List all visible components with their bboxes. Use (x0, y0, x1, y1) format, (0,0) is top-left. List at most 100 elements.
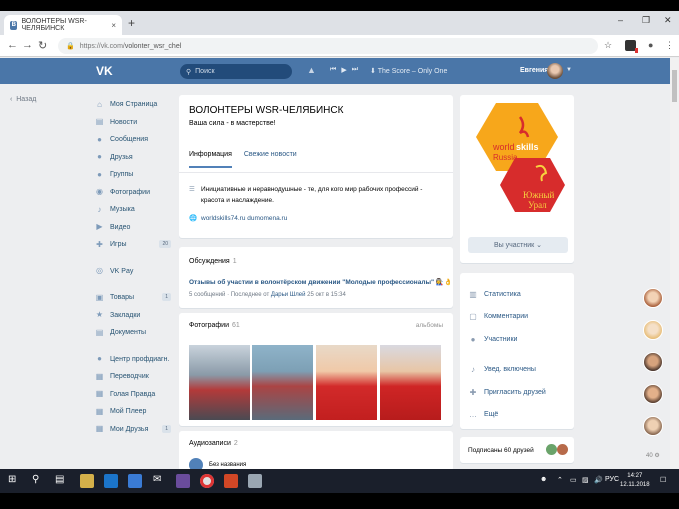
photo-thumbnail[interactable] (380, 345, 441, 420)
bookmark-star-icon[interactable]: ☆ (604, 40, 612, 51)
chevron-down-icon[interactable]: ▼ (566, 67, 572, 73)
windows-start-icon[interactable]: ⊞ (8, 474, 16, 485)
network-icon[interactable]: ▨ (582, 476, 589, 484)
sidebar-item[interactable]: ★ Закладки (95, 307, 173, 325)
photo-thumbnail[interactable] (316, 345, 377, 420)
friends-subscribed[interactable]: Подписаны 60 друзей (468, 447, 534, 454)
task-view-icon[interactable]: ▤ (55, 474, 64, 485)
current-track[interactable]: ⬇ The Score – Only One (370, 67, 447, 75)
maximize-icon[interactable]: ❐ (642, 15, 650, 26)
sidebar-item[interactable]: ● Группы (95, 166, 173, 184)
discussions-header[interactable]: Обсуждения 1 (189, 258, 237, 265)
previous-track-icon[interactable]: ⏮ (330, 66, 336, 74)
media-app-icon[interactable] (176, 474, 190, 488)
sidebar-item[interactable]: ♪ Музыка (95, 201, 173, 219)
clock[interactable]: 14:27 12.11.2018 (620, 472, 650, 490)
profile-icon[interactable]: ● (648, 40, 653, 50)
play-icon[interactable]: ▶ (341, 66, 346, 74)
group-action-link[interactable]: ▥ Статистика (468, 283, 546, 306)
tab-info[interactable]: Информация (189, 151, 232, 168)
member-status-button[interactable]: Вы участник ⌄ (468, 237, 568, 253)
extension-icon[interactable] (625, 40, 638, 53)
chevron-up-icon[interactable]: ⌃ (557, 476, 563, 484)
logo-region-text-1: Южный (523, 190, 554, 200)
sidebar-item[interactable]: ● Сообщения (95, 131, 173, 149)
sidebar-item[interactable]: ▤ Документы (95, 324, 173, 342)
edge-icon[interactable] (104, 474, 118, 488)
sidebar-item[interactable]: ▤ Новости (95, 114, 173, 132)
discussions-card: Обсуждения 1 Отзывы об участии в волонтёр… (179, 247, 453, 308)
albums-link[interactable]: альбомы (416, 322, 443, 329)
scrollbar[interactable] (670, 58, 679, 469)
vk-favicon-icon: B (10, 20, 18, 30)
sidebar-item[interactable]: ▣ Товары 1 (95, 289, 173, 307)
battery-icon[interactable]: ▭ (570, 476, 577, 484)
chat-avatar[interactable] (643, 320, 663, 340)
chat-avatar[interactable] (643, 416, 663, 436)
chrome-icon[interactable] (200, 474, 214, 488)
browser-tab[interactable]: B ВОЛОНТЕРЫ WSR-ЧЕЛЯБИНСК × (4, 15, 122, 35)
next-track-icon[interactable]: ⏭ (352, 66, 358, 74)
chat-count: 40 (646, 453, 653, 459)
store-icon[interactable] (128, 474, 142, 488)
mail-icon[interactable]: ✉ (153, 474, 161, 485)
photo-thumbnail[interactable] (252, 345, 313, 420)
sidebar-item[interactable]: ▦ Голая Правда (95, 386, 173, 404)
back-link[interactable]: ‹ Назад (10, 96, 36, 103)
sidebar-item[interactable]: ⌂ Моя Страница (95, 96, 173, 114)
chat-avatar[interactable] (643, 352, 663, 372)
sidebar-item[interactable]: ◎ VK Pay (95, 263, 173, 281)
topic-author-link[interactable]: Дарьи Шлей (271, 292, 306, 298)
powerpoint-icon[interactable] (224, 474, 238, 488)
notifications-icon[interactable]: ☐ (660, 476, 666, 484)
photo-thumbnail[interactable] (189, 345, 250, 420)
worldskills-logo[interactable]: world skills Russia Южный Урал (468, 103, 568, 228)
language-indicator[interactable]: РУС (605, 476, 619, 483)
url-input[interactable]: 🔒 https://vk.com/ volonter_wsr_chel (58, 38, 598, 54)
tab-news[interactable]: Свежие новости (244, 151, 297, 168)
photos-header[interactable]: Фотографии 61 (189, 322, 240, 329)
website-link[interactable]: worldskills74.ru dumomena.ru (201, 213, 287, 224)
search-input[interactable]: ⚲ Поиск (180, 64, 292, 79)
sidebar-item[interactable]: ✚ Игры 20 (95, 236, 173, 254)
friend-avatar[interactable] (546, 444, 557, 455)
sidebar-item[interactable]: ◉ Фотографии (95, 184, 173, 202)
chat-avatar[interactable] (643, 288, 663, 308)
sidebar-item[interactable]: ▦ Мой Плеер (95, 403, 173, 421)
sidebar-item[interactable]: ● Центр профдиагн. (95, 351, 173, 369)
group-action-link[interactable]: ♪ Увед. включены (468, 359, 546, 382)
discussion-topic[interactable]: Отзывы об участии в волонтёрском движени… (189, 278, 452, 286)
bell-icon[interactable]: ▲ (307, 65, 316, 75)
topic-meta-suffix: 25 окт в 15:34 (305, 292, 346, 298)
group-action-link[interactable]: ● Участники (468, 328, 546, 351)
window-close-icon[interactable]: ✕ (664, 15, 672, 26)
group-action-link[interactable]: ▢ Комментарии (468, 306, 546, 329)
chat-counter[interactable]: 40 ⚙ (646, 452, 660, 459)
sidebar-item[interactable]: ▦ Переводчик (95, 368, 173, 386)
user-avatar[interactable] (547, 63, 563, 79)
back-arrow-icon[interactable]: ← (7, 39, 18, 51)
audio-header[interactable]: Аудиозаписи 2 (189, 440, 238, 447)
forward-arrow-icon[interactable]: → (22, 39, 33, 51)
file-explorer-icon[interactable] (80, 474, 94, 488)
chat-avatar[interactable] (643, 384, 663, 404)
friend-avatar[interactable] (557, 444, 568, 455)
group-action-link[interactable]: … Ещё (468, 404, 546, 427)
search-icon[interactable]: ⚲ (32, 474, 39, 485)
sidebar-item[interactable]: ▦ Мои Друзья 1 (95, 421, 173, 439)
sidebar-item-label: Голая Правда (110, 390, 156, 398)
minimize-icon[interactable]: – (618, 15, 623, 25)
tab-close-icon[interactable]: × (111, 21, 116, 30)
photos-app-icon[interactable] (248, 474, 262, 488)
sidebar-item[interactable]: ▶ Видео (95, 219, 173, 237)
scrollbar-thumb[interactable] (672, 70, 677, 102)
user-name[interactable]: Евгения (520, 67, 548, 74)
group-action-link[interactable]: ✚ Пригласить друзей (468, 381, 546, 404)
sidebar-item[interactable]: ● Друзья (95, 149, 173, 167)
volume-icon[interactable]: 🔊 (594, 476, 603, 484)
new-tab-button[interactable]: + (128, 16, 135, 30)
person-tray-icon[interactable]: ☻ (540, 476, 547, 483)
vk-logo[interactable]: VK (96, 64, 113, 78)
reload-icon[interactable]: ↻ (38, 39, 47, 52)
menu-dots-icon[interactable]: ⋮ (665, 40, 674, 51)
